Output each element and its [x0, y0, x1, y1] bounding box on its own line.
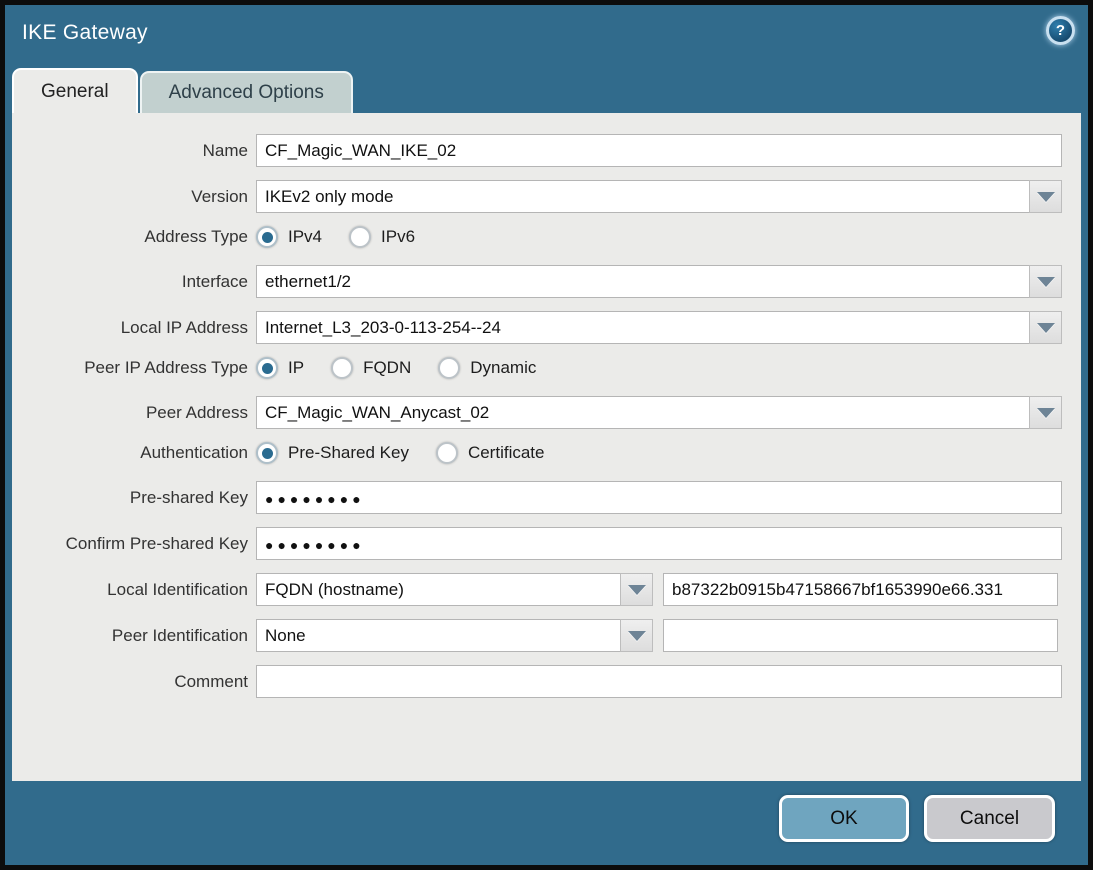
address-type-row: Address Type IPv4 IPv6	[12, 226, 1081, 248]
version-label: Version	[12, 187, 256, 207]
general-tab-panel: Name Version Address Type IPv4 IPv6	[12, 113, 1081, 781]
radio-dot-icon	[262, 232, 273, 243]
chevron-down-icon	[628, 585, 646, 595]
local-ip-address-select[interactable]	[256, 311, 1030, 344]
authentication-label: Authentication	[12, 443, 256, 463]
radio-ipv4-label: IPv4	[288, 227, 322, 247]
radio-fqdn[interactable]	[331, 357, 353, 379]
radio-ip[interactable]	[256, 357, 278, 379]
help-icon[interactable]: ?	[1046, 16, 1075, 45]
name-input[interactable]	[256, 134, 1062, 167]
local-identification-type-select[interactable]	[256, 573, 621, 606]
peer-identification-dropdown-button[interactable]	[620, 619, 653, 652]
peer-identification-type-select[interactable]	[256, 619, 621, 652]
peer-ip-address-type-row: Peer IP Address Type IP FQDN Dynamic	[12, 357, 1081, 379]
title-bar: IKE Gateway ?	[5, 5, 1088, 67]
peer-address-row: Peer Address	[12, 396, 1081, 429]
peer-identification-label: Peer Identification	[12, 626, 256, 646]
confirm-pre-shared-key-label: Confirm Pre-shared Key	[12, 534, 256, 554]
version-dropdown-button[interactable]	[1029, 180, 1062, 213]
local-identification-value-input[interactable]	[663, 573, 1058, 606]
chevron-down-icon	[1037, 277, 1055, 287]
radio-pre-shared-key-label: Pre-Shared Key	[288, 443, 409, 463]
tab-general[interactable]: General	[12, 68, 138, 113]
confirm-pre-shared-key-row: Confirm Pre-shared Key	[12, 527, 1081, 560]
version-select[interactable]	[256, 180, 1030, 213]
chevron-down-icon	[628, 631, 646, 641]
radio-fqdn-label: FQDN	[363, 358, 411, 378]
tab-advanced-options[interactable]: Advanced Options	[140, 71, 353, 113]
radio-dynamic[interactable]	[438, 357, 460, 379]
radio-ipv6-label: IPv6	[381, 227, 415, 247]
interface-select[interactable]	[256, 265, 1030, 298]
local-identification-row: Local Identification	[12, 573, 1081, 606]
tab-general-label: General	[41, 81, 109, 102]
dialog-footer: OK Cancel	[5, 781, 1088, 865]
peer-identification-row: Peer Identification	[12, 619, 1081, 652]
radio-certificate[interactable]	[436, 442, 458, 464]
comment-label: Comment	[12, 672, 256, 692]
tab-bar: General Advanced Options	[12, 67, 1088, 113]
comment-input[interactable]	[256, 665, 1062, 698]
pre-shared-key-input[interactable]	[256, 481, 1062, 514]
peer-address-label: Peer Address	[12, 403, 256, 423]
pre-shared-key-row: Pre-shared Key	[12, 481, 1081, 514]
radio-pre-shared-key[interactable]	[256, 442, 278, 464]
peer-address-dropdown-button[interactable]	[1029, 396, 1062, 429]
local-ip-address-row: Local IP Address	[12, 311, 1081, 344]
radio-ipv4[interactable]	[256, 226, 278, 248]
local-identification-dropdown-button[interactable]	[620, 573, 653, 606]
authentication-row: Authentication Pre-Shared Key Certificat…	[12, 442, 1081, 464]
interface-label: Interface	[12, 272, 256, 292]
tab-advanced-options-label: Advanced Options	[169, 82, 324, 103]
cancel-button[interactable]: Cancel	[924, 795, 1055, 842]
interface-row: Interface	[12, 265, 1081, 298]
confirm-pre-shared-key-input[interactable]	[256, 527, 1062, 560]
radio-certificate-label: Certificate	[468, 443, 545, 463]
name-row: Name	[12, 134, 1081, 167]
radio-dot-icon	[262, 363, 273, 374]
radio-dynamic-label: Dynamic	[470, 358, 536, 378]
name-label: Name	[12, 141, 256, 161]
ok-button[interactable]: OK	[779, 795, 909, 842]
radio-ipv6[interactable]	[349, 226, 371, 248]
local-ip-address-label: Local IP Address	[12, 318, 256, 338]
peer-ip-address-type-label: Peer IP Address Type	[12, 358, 256, 378]
radio-dot-icon	[262, 448, 273, 459]
chevron-down-icon	[1037, 192, 1055, 202]
interface-dropdown-button[interactable]	[1029, 265, 1062, 298]
dialog-title: IKE Gateway	[5, 5, 1088, 45]
pre-shared-key-label: Pre-shared Key	[12, 488, 256, 508]
comment-row: Comment	[12, 665, 1081, 698]
radio-ip-label: IP	[288, 358, 304, 378]
chevron-down-icon	[1037, 323, 1055, 333]
peer-address-select[interactable]	[256, 396, 1030, 429]
version-row: Version	[12, 180, 1081, 213]
local-identification-label: Local Identification	[12, 580, 256, 600]
local-ip-address-dropdown-button[interactable]	[1029, 311, 1062, 344]
peer-identification-value-input[interactable]	[663, 619, 1058, 652]
chevron-down-icon	[1037, 408, 1055, 418]
ike-gateway-dialog: IKE Gateway ? General Advanced Options N…	[0, 0, 1093, 870]
address-type-label: Address Type	[12, 227, 256, 247]
